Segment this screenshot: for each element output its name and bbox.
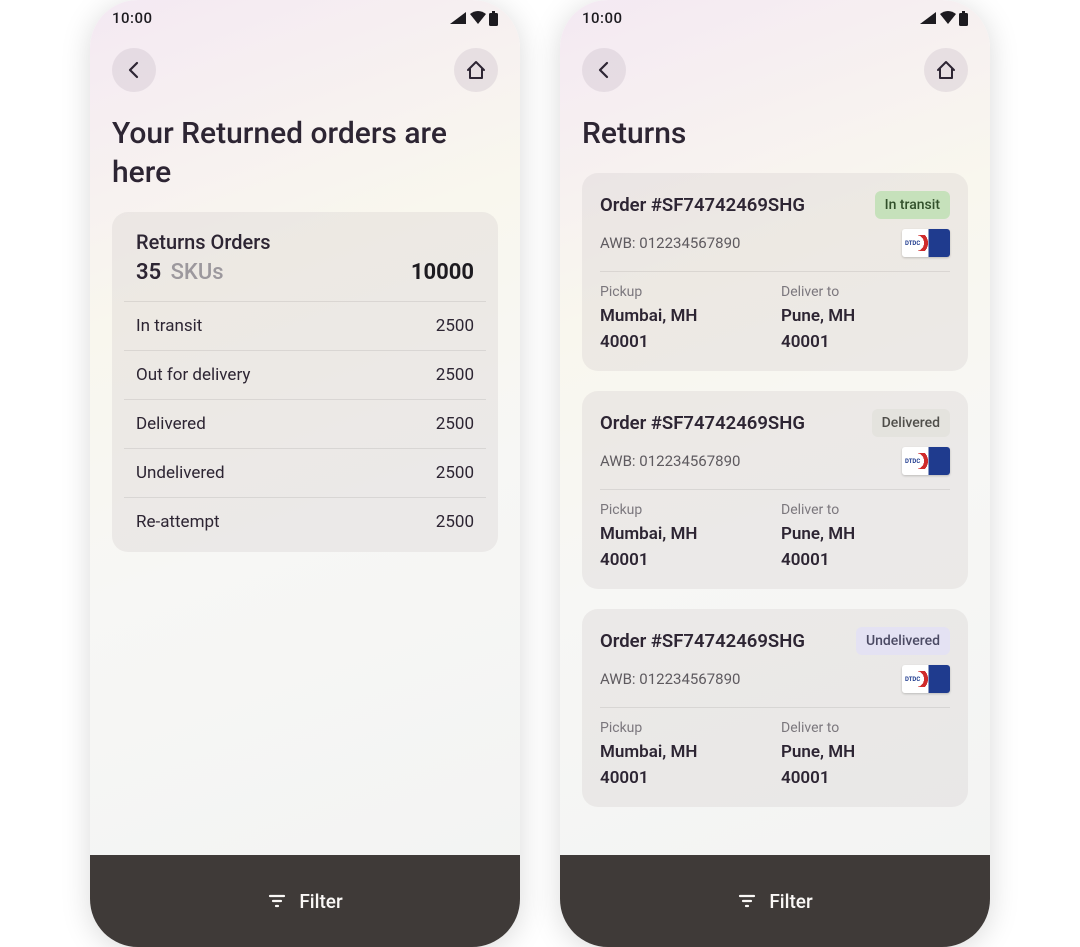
status-time: 10:00 (582, 9, 623, 27)
pickup-city: Mumbai, MH (600, 522, 769, 548)
filter-label: Filter (769, 890, 812, 913)
home-icon (935, 59, 957, 81)
filter-icon (267, 891, 287, 911)
filter-button[interactable]: Filter (560, 855, 990, 947)
page-title: Your Returned orders are here (90, 100, 520, 212)
summary-title: Returns Orders (136, 230, 474, 254)
deliver-label: Deliver to (781, 502, 950, 518)
status-list: In transit 2500 Out for delivery 2500 De… (112, 295, 498, 546)
battery-icon (489, 11, 498, 26)
carrier-logo: DTDC (902, 665, 950, 693)
pickup-pin: 40001 (600, 330, 769, 356)
status-label: Delivered (136, 414, 206, 434)
order-card[interactable]: Order #SF74742469SHG Delivered AWB: 0122… (582, 391, 968, 589)
deliver-pin: 40001 (781, 548, 950, 574)
status-value: 2500 (436, 414, 474, 434)
sku-label: SKUs (171, 260, 224, 285)
filter-icon (737, 891, 757, 911)
status-value: 2500 (436, 365, 474, 385)
signal-icon (919, 11, 937, 25)
status-row-reattempt[interactable]: Re-attempt 2500 (124, 497, 486, 546)
deliver-city: Pune, MH (781, 304, 950, 330)
status-value: 2500 (436, 316, 474, 336)
pickup-city: Mumbai, MH (600, 304, 769, 330)
pickup-pin: 40001 (600, 548, 769, 574)
order-title: Order #SF74742469SHG (600, 194, 805, 216)
pickup-pin: 40001 (600, 766, 769, 792)
carrier-logo: DTDC (902, 229, 950, 257)
carrier-logo: DTDC (902, 447, 950, 475)
deliver-label: Deliver to (781, 720, 950, 736)
content: Order #SF74742469SHG In transit AWB: 012… (560, 173, 990, 947)
home-button[interactable] (924, 48, 968, 92)
phone-summary-screen: 10:00 Your Returned orders are here Retu… (90, 0, 520, 947)
deliver-pin: 40001 (781, 766, 950, 792)
nav-bar (90, 36, 520, 100)
pickup-city: Mumbai, MH (600, 740, 769, 766)
pickup-label: Pickup (600, 284, 769, 300)
status-bar: 10:00 (90, 0, 520, 36)
content: Returns Orders 35 SKUs 10000 In transit … (90, 212, 520, 947)
returns-summary-card: Returns Orders 35 SKUs 10000 In transit … (112, 212, 498, 552)
status-time: 10:00 (112, 9, 153, 27)
order-title: Order #SF74742469SHG (600, 630, 805, 652)
nav-bar (560, 36, 990, 100)
chevron-left-icon (124, 60, 144, 80)
awb-text: AWB: 012234567890 (600, 234, 740, 252)
status-value: 2500 (436, 463, 474, 483)
status-badge: Delivered (872, 409, 950, 437)
filter-button[interactable]: Filter (90, 855, 520, 947)
deliver-label: Deliver to (781, 284, 950, 300)
status-icons (919, 11, 968, 26)
chevron-left-icon (594, 60, 614, 80)
back-button[interactable] (112, 48, 156, 92)
wifi-icon (469, 11, 487, 25)
awb-text: AWB: 012234567890 (600, 452, 740, 470)
summary-total: 10000 (411, 260, 474, 285)
home-icon (465, 59, 487, 81)
status-label: Out for delivery (136, 365, 250, 385)
status-label: In transit (136, 316, 202, 336)
home-button[interactable] (454, 48, 498, 92)
status-label: Undelivered (136, 463, 225, 483)
status-row-in-transit[interactable]: In transit 2500 (124, 301, 486, 350)
deliver-pin: 40001 (781, 330, 950, 356)
order-title: Order #SF74742469SHG (600, 412, 805, 434)
status-row-out-for-delivery[interactable]: Out for delivery 2500 (124, 350, 486, 399)
status-badge: In transit (875, 191, 950, 219)
status-value: 2500 (436, 512, 474, 532)
order-card[interactable]: Order #SF74742469SHG Undelivered AWB: 01… (582, 609, 968, 807)
battery-icon (959, 11, 968, 26)
signal-icon (449, 11, 467, 25)
wifi-icon (939, 11, 957, 25)
filter-label: Filter (299, 890, 342, 913)
status-bar: 10:00 (560, 0, 990, 36)
status-row-delivered[interactable]: Delivered 2500 (124, 399, 486, 448)
awb-text: AWB: 012234567890 (600, 670, 740, 688)
status-badge: Undelivered (856, 627, 950, 655)
pickup-label: Pickup (600, 720, 769, 736)
order-card[interactable]: Order #SF74742469SHG In transit AWB: 012… (582, 173, 968, 371)
status-icons (449, 11, 498, 26)
page-title: Returns (560, 100, 990, 173)
status-label: Re-attempt (136, 512, 220, 532)
back-button[interactable] (582, 48, 626, 92)
sku-count: 35 (136, 260, 161, 285)
pickup-label: Pickup (600, 502, 769, 518)
status-row-undelivered[interactable]: Undelivered 2500 (124, 448, 486, 497)
deliver-city: Pune, MH (781, 522, 950, 548)
phone-list-screen: 10:00 Returns Order #SF74742469SHG In tr… (560, 0, 990, 947)
deliver-city: Pune, MH (781, 740, 950, 766)
